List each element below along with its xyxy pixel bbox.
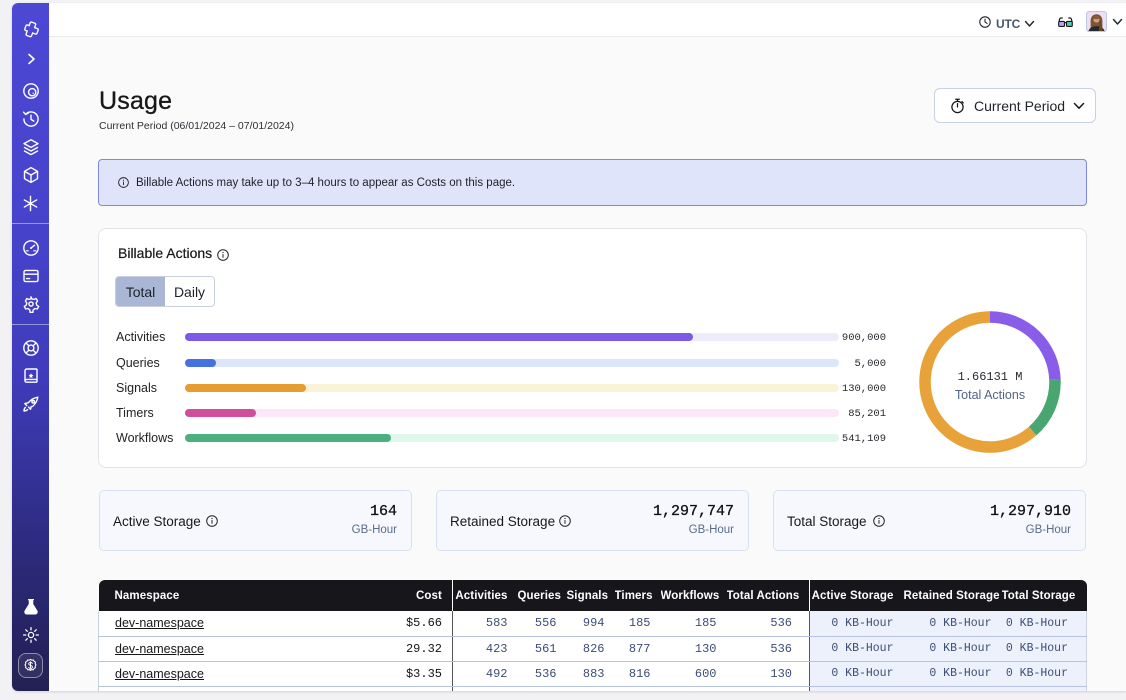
svg-text:Total Actions: Total Actions [955, 388, 1025, 402]
svg-text:1.66131 M: 1.66131 M [958, 370, 1023, 384]
